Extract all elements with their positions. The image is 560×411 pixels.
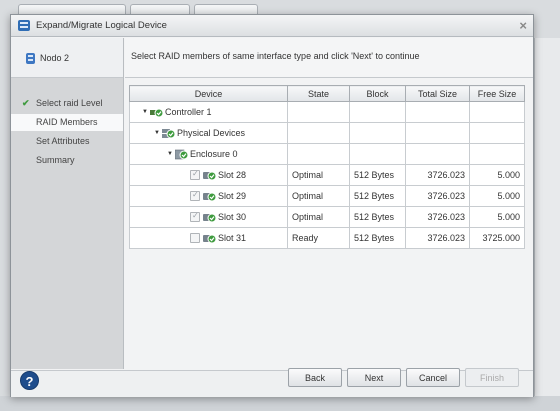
- table-row[interactable]: Slot 30 Optimal 512 Bytes 3726.023 5.000: [129, 206, 525, 228]
- table-row[interactable]: Slot 31 Ready 512 Bytes 3726.023 3725.00…: [129, 227, 525, 249]
- table-row[interactable]: ▼ Controller 1: [129, 101, 525, 123]
- state-cell: Optimal: [287, 185, 350, 207]
- checkmark-icon: ✔: [22, 98, 30, 108]
- column-header-free-size[interactable]: Free Size: [469, 85, 525, 102]
- instruction-text: Select RAID members of same interface ty…: [131, 51, 420, 61]
- background-panel: [534, 38, 560, 396]
- device-name: Slot 31: [218, 233, 247, 243]
- background-bottom: [0, 396, 560, 411]
- step-label: RAID Members: [36, 117, 98, 127]
- table-row[interactable]: ▼ Physical Devices: [129, 122, 525, 144]
- device-box: Nodo 2: [11, 38, 123, 78]
- free-size-cell: [469, 143, 525, 165]
- free-size-cell: 5.000: [469, 185, 525, 207]
- state-cell: Optimal: [287, 206, 350, 228]
- state-cell: Ready: [287, 227, 350, 249]
- device-cell: Slot 30: [129, 206, 288, 228]
- step-summary[interactable]: Summary: [11, 152, 123, 169]
- dialog-title: Expand/Migrate Logical Device: [36, 20, 167, 31]
- device-name: Slot 30: [218, 212, 247, 222]
- block-cell: 512 Bytes: [349, 206, 406, 228]
- step-label: Summary: [36, 155, 75, 165]
- collapse-arrow-icon[interactable]: ▼: [167, 151, 175, 157]
- block-cell: [349, 101, 406, 123]
- expand-migrate-dialog: Expand/Migrate Logical Device × Nodo 2 ✔…: [10, 14, 534, 397]
- disk-ok-icon: [203, 171, 216, 180]
- block-cell: 512 Bytes: [349, 185, 406, 207]
- state-cell: [287, 101, 350, 123]
- device-cell: Slot 28: [129, 164, 288, 186]
- column-header-total-size[interactable]: Total Size: [405, 85, 470, 102]
- dialog-titlebar: Expand/Migrate Logical Device ×: [11, 15, 533, 37]
- close-icon[interactable]: ×: [519, 18, 527, 33]
- table-row[interactable]: ▼ Enclosure 0: [129, 143, 525, 165]
- server-icon: [26, 53, 35, 64]
- collapse-arrow-icon[interactable]: ▼: [154, 130, 162, 136]
- column-header-device[interactable]: Device: [129, 85, 288, 102]
- table-header-row: Device State Block Total Size Free Size: [129, 85, 525, 102]
- step-label: Select raid Level: [36, 98, 103, 108]
- step-select-raid-level[interactable]: ✔ Select raid Level: [11, 95, 123, 112]
- block-cell: 512 Bytes: [349, 227, 406, 249]
- total-size-cell: [405, 101, 470, 123]
- block-cell: [349, 122, 406, 144]
- device-name: Controller 1: [165, 107, 212, 117]
- content-area: Device State Block Total Size Free Size …: [125, 79, 533, 369]
- device-cell: ▼ Controller 1: [129, 101, 288, 123]
- back-button[interactable]: Back: [288, 368, 342, 387]
- slot-checkbox[interactable]: [190, 211, 200, 222]
- cancel-button[interactable]: Cancel: [406, 368, 460, 387]
- physical-devices-ok-icon: [162, 128, 175, 138]
- total-size-cell: 3726.023: [405, 227, 470, 249]
- state-cell: Optimal: [287, 164, 350, 186]
- device-cell: ▼ Physical Devices: [129, 122, 288, 144]
- column-header-block[interactable]: Block: [349, 85, 406, 102]
- free-size-cell: 5.000: [469, 206, 525, 228]
- device-cell: Slot 31: [129, 227, 288, 249]
- free-size-cell: 5.000: [469, 164, 525, 186]
- help-icon[interactable]: ?: [20, 371, 39, 390]
- enclosure-ok-icon: [175, 149, 188, 159]
- slot-checkbox[interactable]: [190, 233, 200, 243]
- collapse-arrow-icon[interactable]: ▼: [142, 109, 150, 115]
- total-size-cell: [405, 122, 470, 144]
- device-name: Enclosure 0: [190, 149, 238, 159]
- finish-button[interactable]: Finish: [465, 368, 519, 387]
- device-cell: ▼ Enclosure 0: [129, 143, 288, 165]
- block-cell: 512 Bytes: [349, 164, 406, 186]
- slot-checkbox[interactable]: [190, 169, 200, 180]
- block-cell: [349, 143, 406, 165]
- disk-ok-icon: [203, 234, 216, 243]
- total-size-cell: [405, 143, 470, 165]
- dialog-footer: ? Back Next Cancel Finish: [11, 368, 533, 397]
- storage-manager-icon: [18, 20, 30, 31]
- total-size-cell: 3726.023: [405, 185, 470, 207]
- device-name: Slot 29: [218, 191, 247, 201]
- total-size-cell: 3726.023: [405, 206, 470, 228]
- controller-ok-icon: [150, 108, 163, 117]
- slot-checkbox[interactable]: [190, 190, 200, 201]
- disk-ok-icon: [203, 192, 216, 201]
- step-label: Set Attributes: [36, 136, 90, 146]
- state-cell: [287, 143, 350, 165]
- table-row[interactable]: Slot 29 Optimal 512 Bytes 3726.023 5.000: [129, 185, 525, 207]
- disk-ok-icon: [203, 213, 216, 222]
- device-name: Physical Devices: [177, 128, 246, 138]
- free-size-cell: [469, 101, 525, 123]
- content-header: Select RAID members of same interface ty…: [125, 38, 533, 78]
- step-set-attributes[interactable]: Set Attributes: [11, 133, 123, 150]
- free-size-cell: [469, 122, 525, 144]
- state-cell: [287, 122, 350, 144]
- next-button[interactable]: Next: [347, 368, 401, 387]
- device-cell: Slot 29: [129, 185, 288, 207]
- total-size-cell: 3726.023: [405, 164, 470, 186]
- wizard-sidebar: Nodo 2 ✔ Select raid Level RAID Members …: [11, 38, 124, 369]
- table-row[interactable]: Slot 28 Optimal 512 Bytes 3726.023 5.000: [129, 164, 525, 186]
- free-size-cell: 3725.000: [469, 227, 525, 249]
- step-raid-members[interactable]: RAID Members: [11, 114, 123, 131]
- column-header-state[interactable]: State: [287, 85, 350, 102]
- device-name: Slot 28: [218, 170, 247, 180]
- device-name: Nodo 2: [40, 53, 70, 63]
- raid-members-table: Device State Block Total Size Free Size …: [129, 85, 525, 249]
